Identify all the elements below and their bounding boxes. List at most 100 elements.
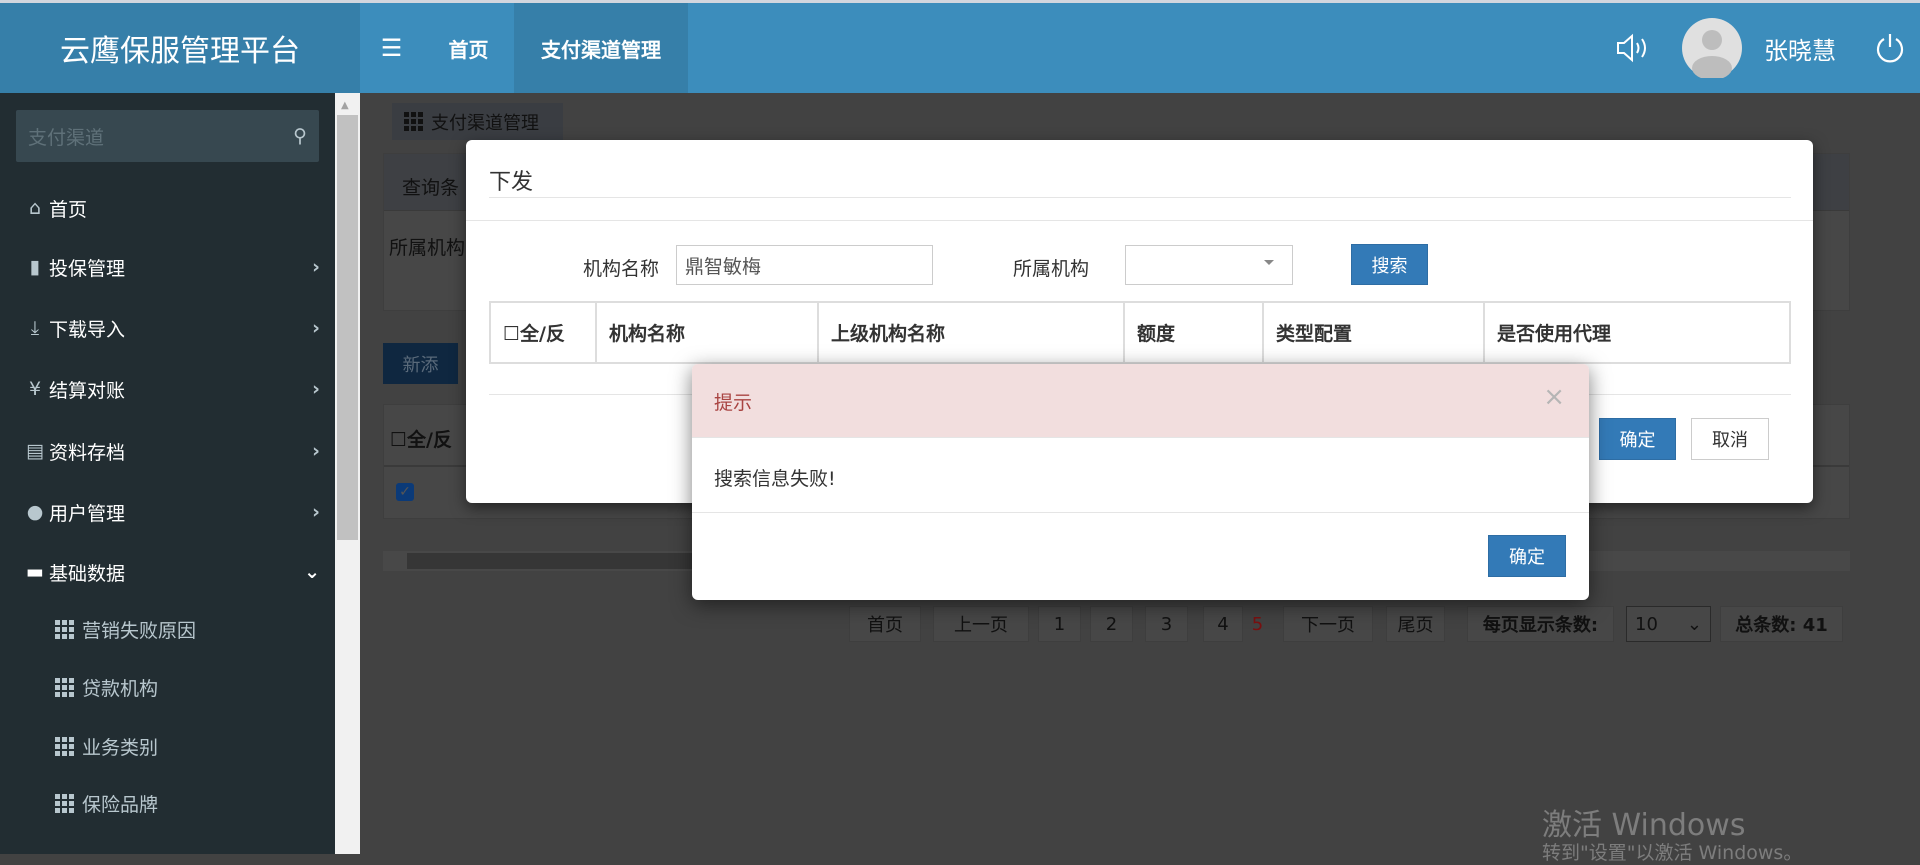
chevron-right-icon: › — [312, 440, 320, 462]
search-placeholder: 支付渠道 — [28, 126, 105, 149]
sidebar-scrollbar-thumb[interactable] — [337, 115, 358, 540]
parent-org-label: 所属机构 — [1013, 258, 1090, 280]
nav-home[interactable]: 首页 — [423, 3, 514, 93]
nav-payment-channel[interactable]: 支付渠道管理 — [514, 3, 688, 93]
label: 保险品牌 — [82, 793, 159, 816]
breadcrumb-tab[interactable]: 支付渠道管理 — [392, 103, 563, 140]
col-quota: 额度 — [1123, 301, 1264, 364]
sidebar-item-import[interactable]: ⤓ 下载导入 › — [25, 313, 320, 343]
top-navbar: ☰ 首页 支付渠道管理 张晓慧 — [360, 3, 1920, 93]
hamburger-icon[interactable]: ☰ — [360, 3, 423, 93]
label: 投保管理 — [49, 257, 126, 280]
file-icon: ▮ — [29, 256, 41, 278]
chevron-right-icon: › — [312, 256, 320, 278]
col-type-config: 类型配置 — [1262, 301, 1485, 364]
grid-icon — [55, 736, 74, 756]
select-all-header[interactable]: ☐全/反 — [489, 301, 597, 364]
org-table: ☐全/反 机构名称 上级机构名称 额度 类型配置 是否使用代理 — [489, 301, 1791, 364]
table-header-row: ☐全/反 机构名称 上级机构名称 额度 类型配置 是否使用代理 — [489, 301, 1791, 364]
sidebar-item-archive[interactable]: ▤ 资料存档 › — [25, 436, 320, 466]
label: 用户管理 — [49, 502, 126, 525]
user-icon: ● — [26, 501, 44, 523]
sidebar-item-basic-data[interactable]: ▬ 基础数据 ⌄ — [25, 557, 320, 587]
alert-dialog: 提示 × 搜索信息失败! 确定 — [692, 364, 1589, 600]
alert-title: 提示 — [714, 392, 753, 414]
page-4[interactable]: 4 — [1203, 606, 1243, 642]
label: 业务类别 — [82, 736, 159, 759]
sidebar-subitem[interactable]: 保险品牌 — [55, 788, 158, 818]
sidebar-item-users[interactable]: ● 用户管理 › — [25, 497, 320, 527]
label: 贷款机构 — [82, 677, 159, 700]
app-logo[interactable]: 云鹰保服管理平台 — [0, 3, 360, 93]
page-2[interactable]: 2 — [1090, 606, 1133, 642]
yen-icon: ¥ — [28, 378, 42, 400]
alert-ok-button[interactable]: 确定 — [1488, 535, 1566, 577]
col-parent-org: 上级机构名称 — [817, 301, 1125, 364]
close-icon[interactable]: × — [1543, 382, 1565, 412]
sidebar-subitem[interactable]: 贷款机构 — [55, 672, 158, 702]
nav-payment-label: 支付渠道管理 — [541, 37, 661, 62]
page-size-label: 每页显示条数: — [1467, 606, 1614, 642]
select-all-header[interactable]: ☐全/反 — [390, 425, 452, 452]
chevron-right-icon: › — [312, 317, 320, 339]
windows-activation-hint: 转到"设置"以激活 Windows。 — [1542, 842, 1803, 864]
org-name-label: 机构名称 — [583, 258, 660, 280]
modal-title: 下发 — [489, 170, 534, 195]
user-name[interactable]: 张晓慧 — [1764, 3, 1836, 93]
alert-header: 提示 × — [692, 364, 1589, 438]
sidebar-item-home[interactable]: ⌂ 首页 — [25, 193, 320, 223]
add-button[interactable]: 新添 — [383, 343, 458, 384]
page-3[interactable]: 3 — [1145, 606, 1188, 642]
col-org-name: 机构名称 — [595, 301, 819, 364]
label: 全/反 — [520, 323, 565, 345]
grid-icon — [55, 793, 74, 813]
speaker-icon[interactable] — [1615, 3, 1649, 93]
chevron-down-icon: ⌄ — [1686, 613, 1702, 635]
scroll-up-arrow-icon[interactable]: ▲ — [341, 100, 349, 111]
page-size-value: 10 — [1635, 613, 1658, 635]
chevron-right-icon: › — [312, 378, 320, 400]
next-page-button[interactable]: 下一页 — [1283, 606, 1373, 642]
alert-message: 搜索信息失败! — [714, 468, 836, 490]
sidebar-item-insure[interactable]: ▮ 投保管理 › — [25, 252, 320, 282]
page-size-select[interactable]: 10 ⌄ — [1626, 606, 1711, 642]
grid-icon — [404, 112, 423, 131]
page-5-current[interactable]: 5 — [1245, 606, 1270, 642]
page-1[interactable]: 1 — [1038, 606, 1081, 642]
chevron-down-icon: ⌄ — [304, 561, 320, 583]
parent-org-select[interactable] — [1125, 245, 1293, 285]
chevron-right-icon: › — [312, 501, 320, 523]
first-page-button[interactable]: 首页 — [849, 606, 921, 642]
org-name-input[interactable] — [676, 245, 933, 285]
label: 首页 — [49, 198, 88, 221]
nav-home-label: 首页 — [448, 37, 489, 62]
label: 全/反 — [407, 429, 452, 451]
search-icon[interactable]: ⚲ — [293, 125, 307, 147]
grid-icon — [55, 677, 74, 697]
search-button[interactable]: 搜索 — [1351, 244, 1428, 285]
hdd-icon: ▬ — [26, 561, 44, 583]
sidebar-subitem[interactable]: 业务类别 — [55, 731, 158, 761]
total-count: 总条数: 41 — [1720, 606, 1843, 642]
avatar[interactable] — [1682, 3, 1742, 93]
label: 营销失败原因 — [82, 619, 197, 642]
prev-page-button[interactable]: 上一页 — [933, 606, 1029, 642]
label: 下载导入 — [49, 318, 126, 341]
power-icon[interactable] — [1874, 3, 1906, 93]
grid-icon — [55, 619, 74, 639]
list-icon: ▤ — [26, 440, 44, 462]
confirm-button[interactable]: 确定 — [1599, 418, 1676, 460]
sidebar-search-input[interactable]: 支付渠道 ⚲ — [15, 109, 320, 163]
label: 结算对账 — [49, 379, 126, 402]
home-icon: ⌂ — [28, 197, 42, 219]
app-title: 云鹰保服管理平台 — [60, 34, 300, 69]
sidebar-subitem[interactable]: 营销失败原因 — [55, 614, 196, 644]
import-icon: ⤓ — [30, 317, 40, 339]
last-page-button[interactable]: 尾页 — [1386, 606, 1445, 642]
caret-down-icon — [1264, 260, 1274, 270]
row-checkbox[interactable]: ✓ — [396, 483, 414, 501]
cancel-button[interactable]: 取消 — [1691, 418, 1769, 460]
sidebar-item-settlement[interactable]: ¥ 结算对账 › — [25, 374, 320, 404]
col-use-proxy: 是否使用代理 — [1483, 301, 1791, 364]
label: 资料存档 — [49, 441, 126, 464]
